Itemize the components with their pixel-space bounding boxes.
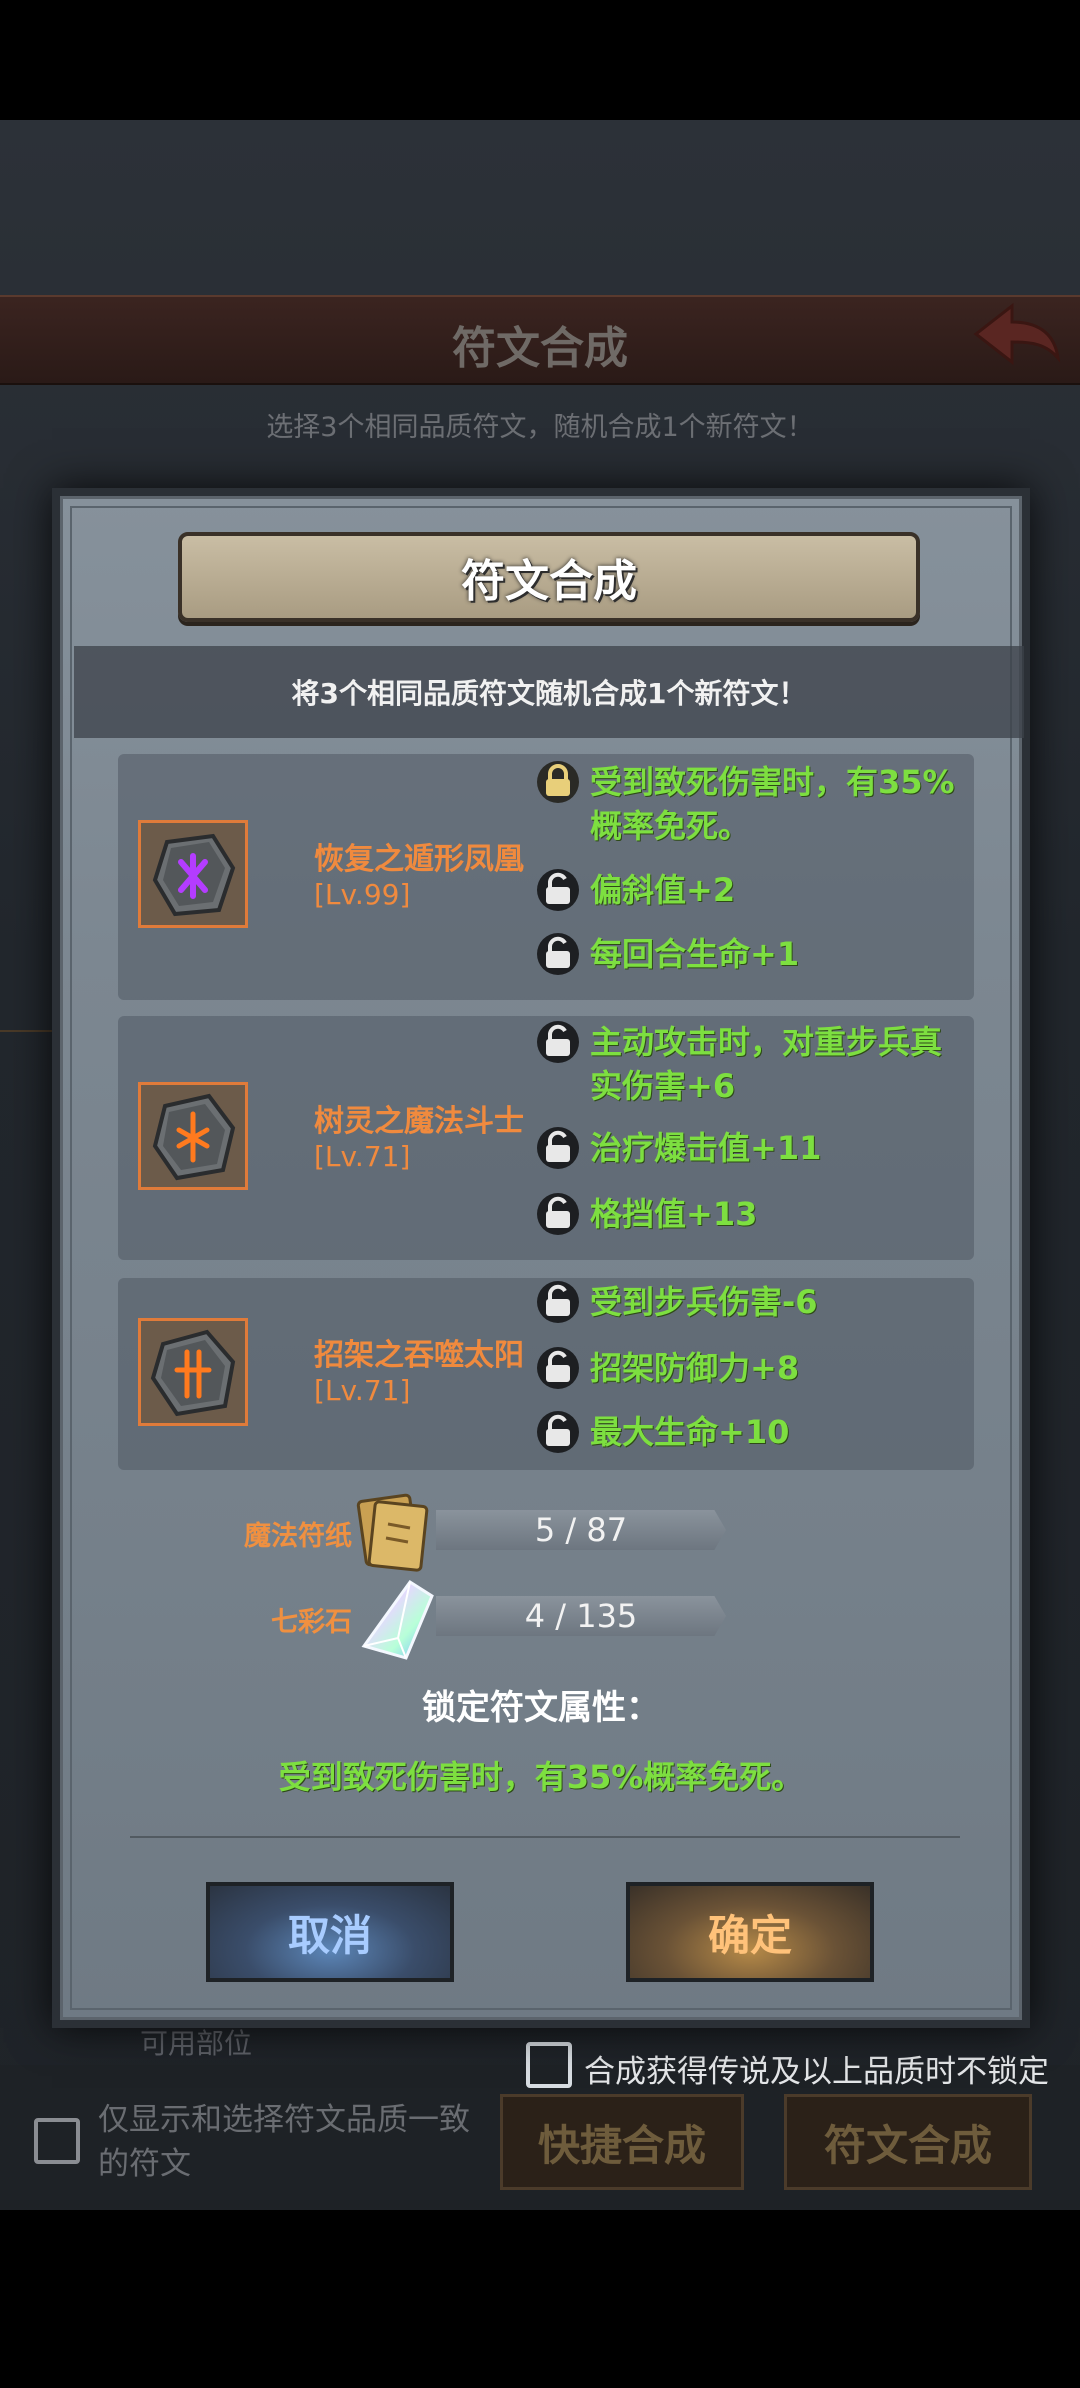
lock-open-icon[interactable] (536, 868, 580, 912)
rune-card-1: 恢复之遁形凤凰 [Lv.99] 受到致死伤害时，有35%概率免死。 偏斜值+2 (118, 754, 974, 1000)
background-subtitle: 选择3个相同品质符文，随机合成1个新符文！ (266, 412, 814, 443)
rune-slot-2[interactable] (138, 1082, 248, 1190)
no-lock-legendary-checkbox[interactable] (526, 2042, 572, 2088)
attribute-text: 格挡值+13 (590, 1195, 758, 1233)
rune-stone-icon (152, 833, 236, 917)
rainbow-stone-label: 七彩石 (271, 1607, 352, 1638)
attribute-text: 治疗爆击值+11 (590, 1129, 822, 1167)
locked-attribute-value: 受到致死伤害时，有35%概率免死。 (278, 1758, 804, 1796)
bottom-black-strip (0, 2210, 1080, 2388)
lock-open-icon[interactable] (536, 1192, 580, 1236)
dialog-description: 将3个相同品质符文随机合成1个新符文！ (291, 677, 807, 710)
rune-attribute-row[interactable]: 格挡值+13 (536, 1192, 970, 1236)
rune-attribute-row[interactable]: 受到步兵伤害-6 (536, 1280, 970, 1324)
lock-open-icon[interactable] (536, 1126, 580, 1170)
quality-filter-label: 仅显示和选择符文品质一致的符文 (98, 2102, 470, 2182)
rune-slot-1[interactable] (138, 820, 248, 928)
attribute-text: 最大生命+10 (590, 1413, 790, 1451)
rune-slot-3[interactable] (138, 1318, 248, 1426)
confirm-button-label: 确定 (707, 1910, 792, 1960)
dialog-title-plank: 符文合成 (178, 532, 920, 622)
back-arrow-icon[interactable] (972, 300, 1062, 370)
rainbow-stone-amount: 4 / 135 (524, 1597, 638, 1635)
rune-compose-dialog: 符文合成 将3个相同品质符文随机合成1个新符文！ 恢复之遁形凤凰 [Lv.99]… (52, 488, 1030, 2028)
rune-stone-icon (152, 1093, 236, 1181)
background-title: 符文合成 (452, 323, 628, 374)
rune-attribute-row[interactable]: 偏斜值+2 (536, 868, 970, 912)
attribute-text: 受到致死伤害时，有35%概率免死。 (590, 763, 955, 845)
attribute-text: 每回合生命+1 (590, 935, 800, 973)
background-left-panel (0, 1030, 60, 1730)
lock-closed-icon[interactable] (536, 760, 580, 804)
quick-compose-button[interactable]: 快捷合成 (500, 2094, 744, 2190)
dialog-title: 符文合成 (461, 556, 637, 607)
dialog-divider (130, 1836, 960, 1838)
lock-open-icon[interactable] (536, 1020, 580, 1064)
lock-open-icon[interactable] (536, 932, 580, 976)
lock-open-icon[interactable] (536, 1280, 580, 1324)
quality-filter-checkbox[interactable] (34, 2118, 80, 2164)
locked-attribute-title: 锁定符文属性： (422, 1688, 660, 1728)
attribute-text: 招架防御力+8 (590, 1349, 800, 1387)
rune-compose-button[interactable]: 符文合成 (784, 2094, 1032, 2190)
rune-level: [Lv.99] (314, 878, 411, 911)
rune-attribute-row[interactable]: 主动攻击时，对重步兵真实伤害+6 (536, 1020, 970, 1108)
rune-name: 恢复之遁形凤凰 (314, 842, 524, 877)
rune-attribute-row[interactable]: 每回合生命+1 (536, 932, 970, 976)
rune-attribute-row[interactable]: 治疗爆击值+11 (536, 1126, 970, 1170)
no-lock-legendary-label: 合成获得传说及以上品质时不锁定 (584, 2054, 1049, 2090)
attribute-text: 受到步兵伤害-6 (590, 1283, 818, 1321)
rune-name: 招架之吞噬太阳 (314, 1338, 524, 1373)
magic-paper-amount-bar: 5 / 87 (436, 1510, 726, 1550)
cancel-button[interactable]: 取消 (206, 1882, 454, 1982)
rune-attribute-row[interactable]: 招架防御力+8 (536, 1346, 970, 1390)
rune-name: 树灵之魔法斗士 (314, 1104, 524, 1139)
magic-paper-amount: 5 / 87 (534, 1511, 628, 1549)
rune-level: [Lv.71] (314, 1374, 411, 1407)
magic-paper-icon (356, 1493, 429, 1572)
lock-open-icon[interactable] (536, 1410, 580, 1454)
cancel-button-label: 取消 (287, 1910, 372, 1960)
background-right-panel (1030, 1030, 1080, 1730)
rainbow-stone-amount-bar: 4 / 135 (436, 1596, 726, 1636)
attribute-text: 偏斜值+2 (590, 871, 736, 909)
part-filter-label: 可用部位 (140, 2027, 253, 2060)
rainbow-stone-icon (361, 1579, 434, 1660)
magic-paper-label: 魔法符纸 (244, 1521, 352, 1552)
rune-attribute-row[interactable]: 受到致死伤害时，有35%概率免死。 (536, 760, 970, 848)
lock-open-icon[interactable] (536, 1346, 580, 1390)
rune-card-2: 树灵之魔法斗士 [Lv.71] 主动攻击时，对重步兵真实伤害+6 治疗爆击值+1… (118, 1016, 974, 1260)
dialog-description-banner: 将3个相同品质符文随机合成1个新符文！ (74, 646, 1024, 738)
rune-card-3: 招架之吞噬太阳 [Lv.71] 受到步兵伤害-6 招架防御力+8 最大生命+10 (118, 1278, 974, 1470)
rune-stone-icon (150, 1329, 236, 1417)
rune-level: [Lv.71] (314, 1140, 411, 1173)
rune-attribute-row[interactable]: 最大生命+10 (536, 1410, 970, 1454)
confirm-button[interactable]: 确定 (626, 1882, 874, 1982)
attribute-text: 主动攻击时，对重步兵真实伤害+6 (590, 1023, 943, 1105)
